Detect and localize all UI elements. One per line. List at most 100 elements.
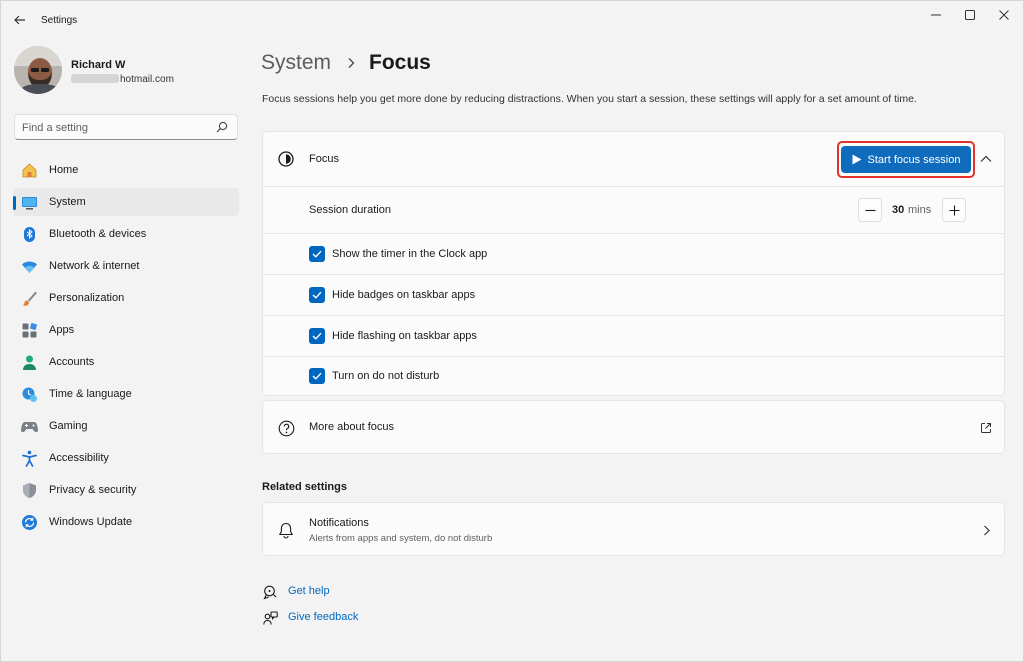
breadcrumb-parent[interactable]: System: [261, 51, 331, 75]
focus-header-row[interactable]: Focus Start focus session: [263, 132, 1004, 186]
sidebar-item-label: Personalization: [49, 292, 125, 304]
focus-icon: [277, 150, 295, 168]
accounts-icon: [21, 354, 38, 371]
close-button[interactable]: [987, 1, 1021, 29]
do-not-disturb-checkbox[interactable]: [309, 368, 325, 384]
avatar-photo-icon: [14, 46, 62, 94]
minimize-button[interactable]: [919, 1, 953, 29]
checkmark-icon: [312, 291, 322, 299]
checkmark-icon: [312, 332, 322, 340]
get-help-icon: [262, 584, 278, 600]
checkmark-icon: [312, 250, 322, 258]
focus-title: Focus: [309, 153, 339, 165]
duration-unit: mins: [908, 204, 932, 216]
session-duration-row: Session duration 30 mins: [263, 187, 1004, 233]
sidebar-item-system[interactable]: System: [13, 188, 239, 216]
window-title: Settings: [41, 15, 78, 26]
accessibility-icon: [21, 450, 38, 467]
home-icon: [21, 162, 38, 179]
wifi-icon: [21, 258, 38, 275]
give-feedback-icon: [262, 610, 278, 626]
give-feedback-link[interactable]: Give feedback: [288, 611, 358, 623]
sidebar-item-windows-update[interactable]: Windows Update: [13, 508, 239, 536]
sidebar-item-label: System: [49, 196, 86, 208]
minimize-icon: [931, 14, 941, 16]
profile-email-suffix: hotmail.com: [120, 74, 174, 85]
option-row[interactable]: Show the timer in the Clock app: [263, 234, 1004, 274]
show-timer-checkbox[interactable]: [309, 246, 325, 262]
sidebar-item-label: Home: [49, 164, 79, 176]
sidebar-item-label: Network & internet: [49, 260, 140, 272]
sidebar-item-network-internet[interactable]: Network & internet: [13, 252, 239, 280]
sidebar-item-bluetooth-devices[interactable]: Bluetooth & devices: [13, 220, 239, 248]
chevron-up-icon[interactable]: [977, 152, 995, 166]
hide-flashing-checkbox[interactable]: [309, 328, 325, 344]
session-duration-label: Session duration: [309, 204, 391, 216]
settings-window: Settings Richard W hotmail.com Find a se…: [0, 0, 1024, 662]
sidebar-item-home[interactable]: Home: [13, 156, 239, 184]
open-external-icon[interactable]: [979, 421, 993, 435]
avatar[interactable]: [14, 46, 62, 94]
bell-icon: [277, 521, 295, 539]
hide-badges-checkbox[interactable]: [309, 287, 325, 303]
brush-icon: [21, 290, 38, 307]
sidebar-item-apps[interactable]: Apps: [13, 316, 239, 344]
sidebar-item-label: Apps: [49, 324, 75, 336]
plus-icon: [949, 205, 959, 215]
maximize-button[interactable]: [953, 1, 987, 29]
play-icon: [852, 154, 862, 165]
maximize-icon: [965, 10, 975, 20]
notifications-subtitle: Alerts from apps and system, do not dist…: [309, 533, 493, 544]
bluetooth-icon: [21, 226, 38, 243]
start-focus-session-label: Start focus session: [867, 153, 961, 166]
checkmark-icon: [312, 372, 322, 380]
sidebar-item-accessibility[interactable]: Accessibility: [13, 444, 239, 472]
start-focus-session-button[interactable]: Start focus session: [841, 146, 971, 173]
sidebar-item-privacy-security[interactable]: Privacy & security: [13, 476, 239, 504]
sidebar-item-label: Privacy & security: [49, 484, 137, 496]
sidebar-item-gaming[interactable]: Gaming: [13, 412, 239, 440]
more-about-focus-card[interactable]: More about focus: [262, 400, 1005, 454]
decrease-duration-button[interactable]: [858, 198, 882, 222]
sidebar-item-label: Windows Update: [49, 516, 133, 528]
sidebar-item-time-language[interactable]: Time & language: [13, 380, 239, 408]
option-label: Show the timer in the Clock app: [332, 248, 488, 260]
more-about-focus-label: More about focus: [309, 421, 394, 433]
option-label: Hide flashing on taskbar apps: [332, 330, 477, 342]
sidebar-item-accounts[interactable]: Accounts: [13, 348, 239, 376]
search-icon[interactable]: [216, 121, 228, 133]
update-icon: [21, 514, 38, 531]
time-language-icon: [21, 386, 38, 403]
profile-name: Richard W: [71, 59, 126, 71]
notifications-card[interactable]: Notifications Alerts from apps and syste…: [262, 502, 1005, 556]
system-icon: [21, 194, 38, 211]
option-label: Hide badges on taskbar apps: [332, 289, 476, 301]
close-icon: [999, 10, 1009, 20]
minus-icon: [865, 209, 875, 211]
gamepad-icon: [21, 418, 38, 435]
option-row[interactable]: Hide badges on taskbar apps: [263, 275, 1004, 315]
option-row[interactable]: Hide flashing on taskbar apps: [263, 316, 1004, 356]
profile-email: hotmail.com: [71, 74, 174, 85]
page-title: Focus: [369, 51, 431, 74]
chevron-right-icon: [341, 57, 361, 69]
help-circle-icon: [277, 419, 295, 437]
breadcrumb: System Focus: [261, 47, 431, 79]
shield-icon: [21, 482, 38, 499]
chevron-right-icon: [979, 523, 993, 537]
sidebar-item-personalization[interactable]: Personalization: [13, 284, 239, 312]
page-description: Focus sessions help you get more done by…: [262, 93, 917, 105]
increase-duration-button[interactable]: [942, 198, 966, 222]
sidebar-item-label: Accounts: [49, 356, 95, 368]
title-bar: Settings: [1, 1, 1023, 39]
sidebar-item-label: Accessibility: [49, 452, 109, 464]
search-input[interactable]: [22, 120, 212, 135]
sidebar-item-label: Gaming: [49, 420, 88, 432]
notifications-title: Notifications: [309, 517, 369, 529]
apps-icon: [21, 322, 38, 339]
back-button[interactable]: [9, 10, 31, 30]
back-arrow-icon: [14, 15, 25, 25]
get-help-link[interactable]: Get help: [288, 585, 330, 597]
option-row[interactable]: Turn on do not disturb: [263, 357, 1004, 397]
related-settings-heading: Related settings: [262, 481, 347, 493]
